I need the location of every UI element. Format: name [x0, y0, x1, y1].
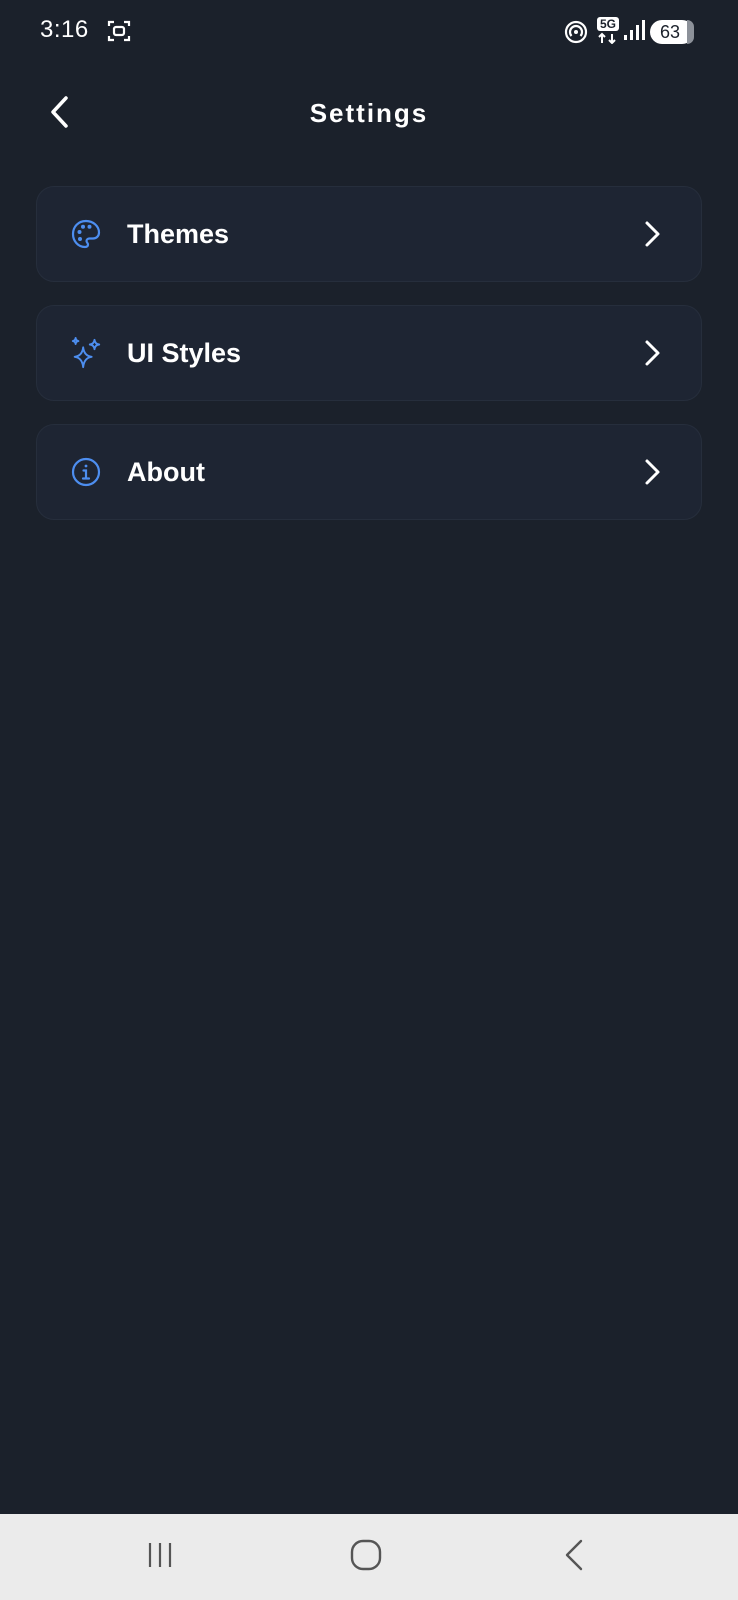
network-label: 5G — [600, 17, 616, 31]
settings-item-label: UI Styles — [127, 337, 242, 368]
sparkles-icon — [69, 336, 103, 370]
chevron-right-icon — [641, 458, 663, 486]
settings-item-label: About — [127, 456, 205, 487]
battery-icon: 63 — [650, 20, 694, 44]
5g-network-icon: 5G — [596, 16, 620, 45]
system-nav-bar — [0, 1514, 738, 1600]
recent-apps-icon — [145, 1540, 175, 1575]
back-icon — [562, 1538, 586, 1577]
nav-back-button[interactable] — [544, 1534, 604, 1580]
battery-level: 63 — [659, 22, 681, 42]
settings-list: Themes UI Styles About — [36, 186, 702, 543]
settings-item-about[interactable]: About — [36, 424, 702, 520]
signal-icon — [622, 18, 646, 42]
chevron-right-icon — [641, 339, 663, 367]
status-time: 3:16 — [40, 16, 89, 43]
chevron-right-icon — [641, 220, 663, 248]
status-bar: 3:16 5G 63 — [0, 0, 738, 64]
settings-item-ui-styles[interactable]: UI Styles — [36, 305, 702, 401]
palette-icon — [69, 217, 103, 251]
hotspot-icon — [564, 20, 588, 44]
home-icon — [349, 1538, 383, 1577]
recent-apps-button[interactable] — [130, 1534, 190, 1580]
app-header: Settings — [0, 80, 738, 150]
settings-item-label: Themes — [127, 218, 230, 249]
page-title: Settings — [309, 98, 429, 128]
settings-item-themes[interactable]: Themes — [36, 186, 702, 282]
info-icon — [69, 455, 103, 489]
screenshot-icon — [106, 18, 132, 44]
home-button[interactable] — [336, 1534, 396, 1580]
